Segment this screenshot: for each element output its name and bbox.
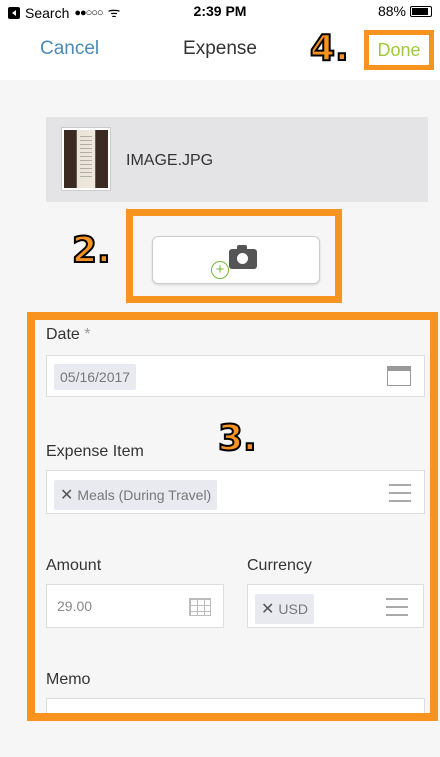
date-field[interactable]: 05/16/2017 — [46, 355, 425, 397]
currency-value: USD — [278, 601, 308, 617]
calculator-icon[interactable] — [189, 598, 211, 616]
amount-label: Amount — [46, 557, 102, 574]
expense-item-chip[interactable]: ✕ Meals (During Travel) — [54, 480, 218, 510]
status-time: 2:39 PM — [193, 3, 247, 19]
amount-field[interactable]: 29.00 — [46, 584, 224, 628]
add-photo-button[interactable]: + — [152, 236, 320, 284]
currency-label: Currency — [247, 557, 312, 574]
camera-highlight: + — [126, 209, 342, 303]
remove-expense-item-icon[interactable]: ✕ — [60, 487, 73, 504]
date-label-text: Date — [46, 326, 80, 343]
calendar-icon[interactable] — [387, 366, 411, 386]
plus-icon: + — [211, 261, 229, 279]
date-value[interactable]: 05/16/2017 — [54, 364, 137, 390]
currency-field[interactable]: ✕ USD — [247, 584, 424, 628]
expense-item-label: Expense Item — [46, 443, 144, 460]
step-3-annotation: 3. — [217, 417, 258, 460]
attachment-file-name: IMAGE.JPG — [126, 152, 214, 169]
memo-label: Memo — [46, 671, 91, 688]
battery-fill — [412, 7, 428, 15]
date-label: Date * — [46, 326, 90, 344]
done-button[interactable]: Done — [364, 30, 434, 70]
amount-value[interactable]: 29.00 — [57, 598, 92, 614]
required-mark: * — [84, 326, 91, 343]
battery-percent: 88% — [377, 3, 406, 19]
status-right: 88% — [378, 3, 432, 19]
receipt-image — [64, 130, 108, 188]
currency-chip[interactable]: ✕ USD — [255, 594, 314, 624]
remove-currency-icon[interactable]: ✕ — [261, 601, 274, 618]
expense-item-field[interactable]: ✕ Meals (During Travel) — [46, 470, 425, 514]
nav-bar: Cancel Expense Done — [0, 22, 440, 80]
expense-form: Date * 05/16/2017 3. Expense Item ✕ Meals… — [35, 320, 430, 713]
expense-item-menu-icon[interactable] — [389, 484, 411, 502]
done-label[interactable]: Done — [377, 40, 420, 61]
step-4-annotation: 4. — [309, 27, 350, 70]
memo-input[interactable] — [46, 698, 425, 713]
expense-item-value: Meals (During Travel) — [77, 487, 212, 503]
camera-icon — [229, 245, 257, 269]
status-bar: Search ●●○○○ ᯤ 2:39 PM 88% — [0, 0, 440, 22]
receipt-thumbnail[interactable] — [61, 127, 111, 191]
battery-icon — [410, 5, 432, 17]
form-highlight: Date * 05/16/2017 3. Expense Item ✕ Meals… — [27, 312, 438, 721]
attachment-row[interactable]: IMAGE.JPG — [46, 117, 428, 202]
step-2-annotation: 2. — [71, 229, 112, 272]
currency-menu-icon[interactable] — [386, 598, 408, 616]
